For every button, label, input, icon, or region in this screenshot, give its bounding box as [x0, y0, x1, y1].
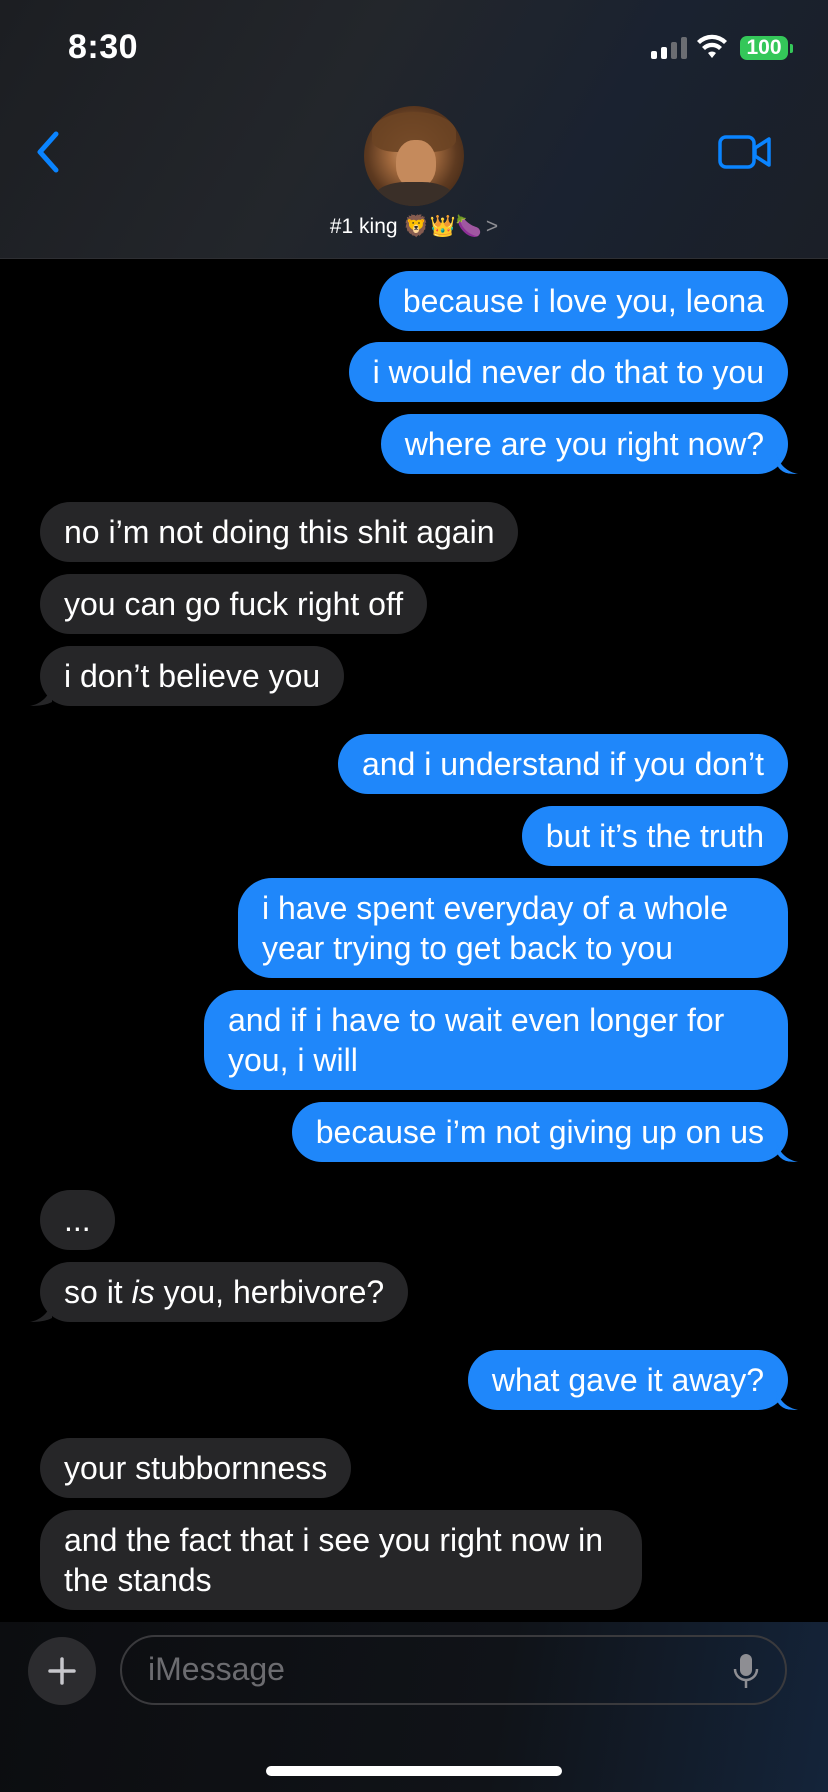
received-message[interactable]: ... — [40, 1190, 115, 1250]
sent-message[interactable]: because i’m not giving up on us — [291, 1102, 788, 1162]
cellular-signal-icon — [651, 37, 687, 59]
received-message[interactable]: no i’m not doing this shit again — [40, 502, 519, 562]
received-message[interactable]: and the fact that i see you right now in… — [40, 1510, 642, 1610]
message-text: you, herbivore? — [154, 1274, 385, 1310]
contact-name-label: #1 king 🦁👑🍆 — [329, 215, 482, 238]
contact-name[interactable]: #1 king 🦁👑🍆 > — [0, 215, 828, 239]
sent-message[interactable]: i have spent everyday of a whole year tr… — [238, 878, 788, 978]
microphone-icon[interactable] — [733, 1653, 759, 1691]
back-chevron-icon[interactable] — [30, 128, 66, 176]
plus-icon — [48, 1657, 76, 1685]
message-input-placeholder: iMessage — [148, 1651, 285, 1687]
received-message[interactable]: your stubbornness — [40, 1438, 352, 1498]
message-input[interactable]: iMessage — [120, 1635, 787, 1705]
sent-message[interactable]: where are you right now? — [380, 414, 788, 474]
battery-nub — [790, 44, 793, 53]
sent-message[interactable]: i would never do that to you — [348, 342, 788, 402]
video-call-icon[interactable] — [718, 134, 772, 170]
conversation-header: 8:30 100 #1 king 🦁👑🍆 > — [0, 0, 828, 259]
received-message[interactable]: so it is you, herbivore? — [40, 1262, 409, 1322]
message-emphasis: is — [131, 1274, 155, 1310]
chevron-right-icon: > — [485, 215, 499, 238]
sent-message[interactable]: but it’s the truth — [521, 806, 788, 866]
wifi-icon — [697, 34, 727, 58]
apps-plus-button[interactable] — [28, 1637, 96, 1705]
sent-message[interactable]: because i love you, leona — [378, 271, 788, 331]
received-message[interactable]: you can go fuck right off — [40, 574, 428, 634]
message-text: so it — [64, 1274, 132, 1310]
sent-message[interactable]: and if i have to wait even longer for yo… — [204, 990, 788, 1090]
status-time: 8:30 — [68, 28, 139, 66]
contact-avatar[interactable] — [364, 106, 464, 206]
battery-indicator: 100 — [740, 36, 788, 60]
sent-message[interactable]: and i understand if you don’t — [337, 734, 788, 794]
received-message[interactable]: i don’t believe you — [40, 646, 345, 706]
sent-message[interactable]: what gave it away? — [467, 1350, 788, 1410]
home-indicator[interactable] — [266, 1766, 562, 1776]
